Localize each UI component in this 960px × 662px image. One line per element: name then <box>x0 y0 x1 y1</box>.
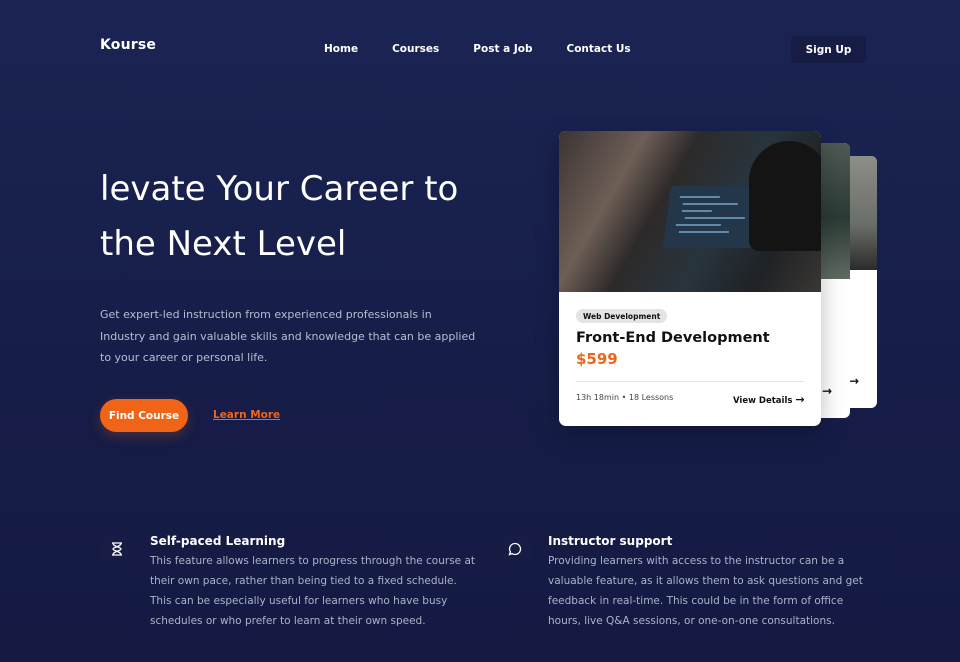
chat-bubble-icon <box>498 533 532 565</box>
feature-title-self-paced: Self-paced Learning <box>150 534 286 548</box>
person-silhouette <box>749 141 821 251</box>
course-meta: 13h 18min • 18 Lessons <box>576 393 674 402</box>
course-price: $599 <box>576 350 618 368</box>
arrow-right-icon[interactable]: → <box>849 374 859 388</box>
nav-courses[interactable]: Courses <box>392 43 439 55</box>
category-badge: Web Development <box>576 309 668 323</box>
feature-desc-self-paced: This feature allows learners to progress… <box>150 555 476 627</box>
view-details-link[interactable]: View Details → <box>733 393 805 406</box>
learn-more-link[interactable]: Learn More <box>213 409 280 421</box>
nav-contact[interactable]: Contact Us <box>567 43 631 55</box>
feature-desc-instructor: Providing learners with access to the in… <box>548 555 863 627</box>
hero-title: levate Your Career to the Next Level <box>100 162 530 272</box>
arrow-right-icon[interactable]: → <box>822 384 832 398</box>
course-card-image <box>559 131 821 292</box>
nav-home[interactable]: Home <box>324 43 358 55</box>
view-details-label: View Details <box>733 396 793 406</box>
hero-title-line-1: levate Your Career to <box>100 169 459 209</box>
course-title[interactable]: Front-End Development <box>576 330 770 346</box>
find-course-button[interactable]: Find Course <box>100 399 188 432</box>
course-card[interactable]: Web Development Front-End Development $5… <box>559 131 821 426</box>
main-nav: Home Courses Post a Job Contact Us <box>324 43 665 55</box>
logo[interactable]: Kourse <box>100 37 156 53</box>
hero-description: Get expert-led instruction from experien… <box>100 308 476 364</box>
card-divider <box>576 381 804 382</box>
sign-up-button[interactable]: Sign Up <box>791 36 866 63</box>
hero-title-line-2: the Next Level <box>100 224 347 264</box>
nav-post-job[interactable]: Post a Job <box>473 43 532 55</box>
hourglass-icon <box>100 533 134 565</box>
arrow-right-icon: → <box>795 393 805 406</box>
feature-title-instructor: Instructor support <box>548 534 673 548</box>
